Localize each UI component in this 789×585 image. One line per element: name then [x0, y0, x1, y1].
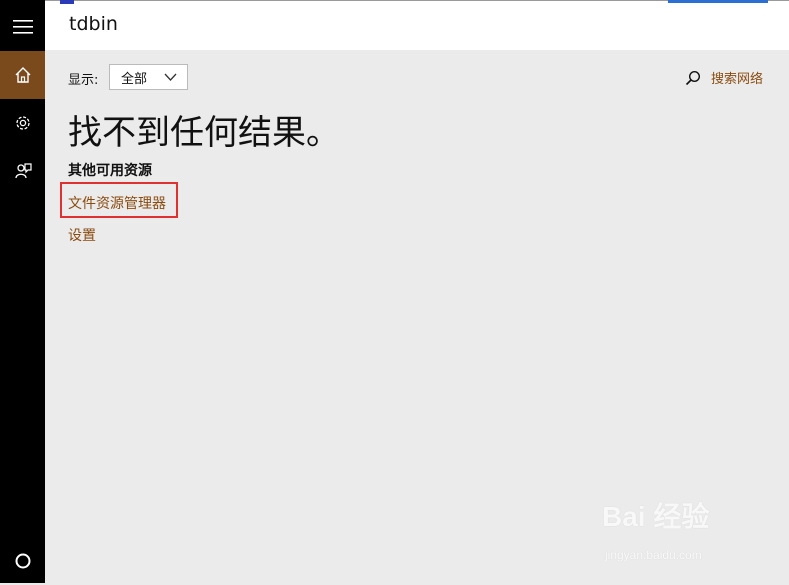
filter-dropdown[interactable]: 全部: [109, 64, 188, 90]
settings-icon: [15, 116, 30, 130]
top-accent-right: [668, 0, 768, 3]
home-icon: [15, 67, 30, 83]
search-web-link[interactable]: 搜索网络: [685, 68, 763, 87]
file-explorer-link[interactable]: 文件资源管理器: [68, 193, 166, 213]
cortana-icon: [15, 553, 30, 569]
feedback-icon: [14, 163, 32, 179]
cortana-button[interactable]: [0, 537, 45, 585]
search-icon: [685, 70, 701, 85]
watermark-url: jingyan.baidu.com: [605, 548, 702, 562]
filter-selected-value: 全部: [121, 71, 148, 87]
home-button[interactable]: [0, 51, 45, 99]
settings-link[interactable]: 设置: [68, 225, 96, 245]
left-rail: [0, 0, 45, 583]
search-box[interactable]: tdbin: [45, 0, 789, 50]
watermark-logo: Bai 经验: [602, 501, 710, 532]
no-results-message: 找不到任何结果。: [68, 113, 340, 153]
settings-button[interactable]: [0, 99, 45, 147]
search-query[interactable]: tdbin: [69, 13, 118, 35]
menu-icon: [12, 20, 33, 34]
top-accent-left: [60, 0, 74, 4]
search-web-label: 搜索网络: [711, 72, 764, 87]
other-resources-heading: 其他可用资源: [68, 163, 152, 179]
filter-label: 显示:: [68, 73, 99, 88]
feedback-button[interactable]: [0, 147, 45, 195]
hamburger-menu-button[interactable]: [0, 3, 45, 51]
chevron-down-icon: [164, 73, 177, 81]
